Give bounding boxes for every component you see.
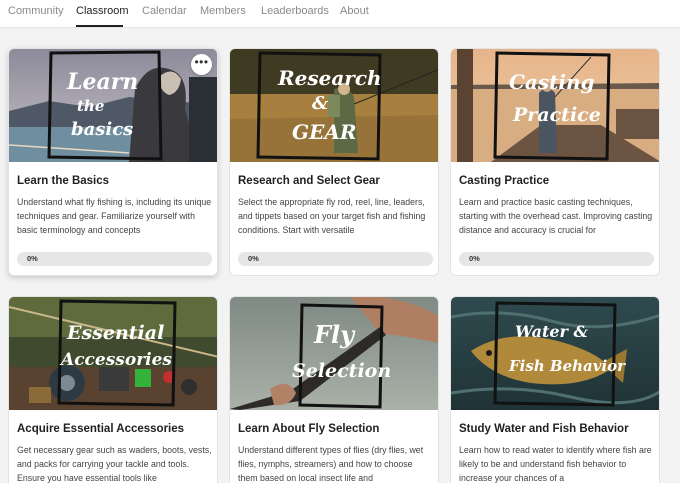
top-nav: Community Classroom Calendar Members Lea… [0, 0, 680, 28]
course-card-research-gear[interactable]: Research & GEAR Research and Select Gear… [229, 48, 439, 276]
svg-text:&: & [312, 93, 329, 114]
course-thumbnail: Research & GEAR [230, 49, 438, 162]
course-title: Research and Select Gear [238, 175, 380, 187]
course-title: Casting Practice [459, 175, 550, 187]
progress-bar: 0% [459, 252, 654, 266]
tab-classroom[interactable]: Classroom [76, 5, 129, 17]
svg-text:Essential: Essential [66, 322, 164, 344]
course-title: Learn About Fly Selection [238, 423, 380, 435]
course-description: Understand what fly fishing is, includin… [17, 197, 212, 235]
svg-text:Research: Research [277, 66, 382, 90]
more-options-button[interactable]: ••• [191, 54, 212, 75]
tab-leaderboards[interactable]: Leaderboards [261, 5, 329, 17]
course-card-casting-practice[interactable]: Casting Practice Casting Practice Learn … [450, 48, 660, 276]
course-description: Select the appropriate fly rod, reel, li… [238, 197, 426, 235]
course-thumbnail: Water & Fish Behavior [451, 297, 659, 410]
more-horizontal-icon: ••• [194, 55, 209, 69]
progress-label: 0% [248, 254, 259, 263]
progress-label: 0% [469, 254, 480, 263]
course-thumbnail: Essential Accessories [9, 297, 217, 410]
active-tab-indicator [76, 25, 123, 27]
course-title: Acquire Essential Accessories [17, 423, 185, 435]
course-card-water-fish-behavior[interactable]: Water & Fish Behavior Study Water and Fi… [450, 296, 660, 483]
svg-text:Casting: Casting [509, 70, 595, 94]
tab-about[interactable]: About [340, 5, 369, 17]
svg-text:Water &: Water & [515, 322, 589, 341]
course-thumbnail: Fly Selection [230, 297, 438, 410]
progress-bar: 0% [17, 252, 212, 266]
tab-members[interactable]: Members [200, 5, 246, 17]
course-description: Get necessary gear such as waders, boots… [17, 445, 212, 483]
course-title: Study Water and Fish Behavior [459, 423, 629, 435]
course-description: Learn and practice basic casting techniq… [459, 197, 653, 235]
tab-community[interactable]: Community [8, 5, 64, 17]
svg-text:Selection: Selection [292, 360, 391, 382]
course-card-fly-selection[interactable]: Fly Selection Learn About Fly Selection … [229, 296, 439, 483]
svg-text:Practice: Practice [512, 104, 601, 126]
course-thumbnail: Learn the basics [9, 49, 217, 162]
svg-text:the: the [77, 97, 104, 115]
course-title: Learn the Basics [17, 175, 110, 187]
course-card-essential-accessories[interactable]: Essential Accessories Acquire Essential … [8, 296, 218, 483]
course-description: Learn how to read water to identify wher… [459, 445, 652, 483]
course-card-learn-basics[interactable]: Learn the basics ••• Learn the Basics Un… [8, 48, 218, 276]
svg-text:basics: basics [71, 119, 133, 140]
svg-text:GEAR: GEAR [292, 120, 356, 144]
svg-text:Accessories: Accessories [59, 350, 172, 370]
svg-text:Learn: Learn [66, 69, 138, 95]
course-thumbnail: Casting Practice [451, 49, 659, 162]
course-description: Understand different types of flies (dry… [238, 445, 424, 483]
svg-text:Fish Behavior: Fish Behavior [508, 357, 626, 375]
tab-calendar[interactable]: Calendar [142, 5, 187, 17]
progress-label: 0% [27, 254, 38, 263]
svg-text:Fly: Fly [313, 320, 356, 349]
progress-bar: 0% [238, 252, 433, 266]
